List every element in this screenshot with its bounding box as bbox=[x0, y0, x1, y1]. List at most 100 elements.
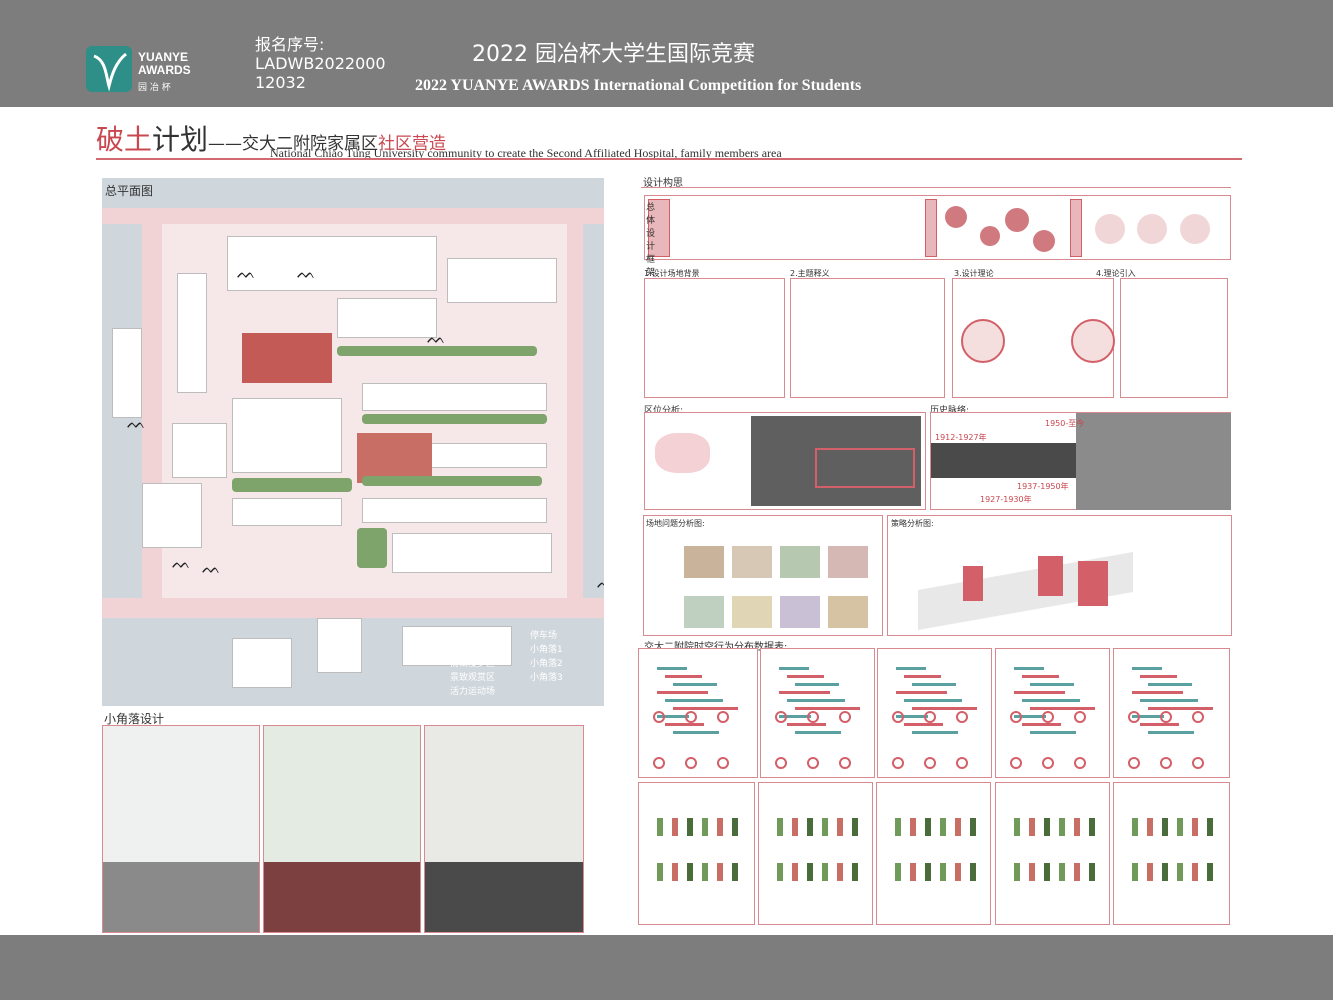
data-strip bbox=[925, 818, 931, 836]
legend-item: 小角落3 bbox=[530, 673, 563, 683]
data-strip bbox=[1074, 818, 1080, 836]
data-bar bbox=[657, 691, 708, 694]
data-strip bbox=[955, 818, 961, 836]
illustration bbox=[780, 546, 820, 578]
coexist-node bbox=[945, 206, 967, 228]
data-bar bbox=[1022, 675, 1059, 678]
data-strip bbox=[732, 818, 738, 836]
corner-render-2 bbox=[263, 725, 421, 933]
data-strip bbox=[1059, 818, 1065, 836]
data-ring bbox=[1160, 757, 1172, 769]
data-strip bbox=[1207, 818, 1213, 836]
coexist-node bbox=[1005, 208, 1029, 232]
ground bbox=[103, 862, 259, 932]
data-strip bbox=[717, 863, 723, 881]
data-strip bbox=[687, 818, 693, 836]
data-strip bbox=[940, 818, 946, 836]
corner-data-panel bbox=[1113, 782, 1230, 925]
theory-intro-panel bbox=[1120, 278, 1228, 398]
illustration bbox=[732, 596, 772, 628]
data-ring bbox=[892, 711, 904, 723]
data-strip bbox=[807, 818, 813, 836]
data-strip bbox=[1089, 863, 1095, 881]
data-strip bbox=[792, 863, 798, 881]
data-strip bbox=[1177, 863, 1183, 881]
data-bar bbox=[795, 683, 839, 686]
data-bar bbox=[673, 707, 738, 710]
data-strip bbox=[970, 818, 976, 836]
illustration bbox=[684, 546, 724, 578]
corner-render-3 bbox=[424, 725, 584, 933]
coexist-tag bbox=[925, 199, 937, 257]
data-strip bbox=[852, 863, 858, 881]
data-strip bbox=[1132, 818, 1138, 836]
data-strip bbox=[1162, 863, 1168, 881]
building bbox=[362, 383, 547, 411]
data-strip bbox=[852, 818, 858, 836]
data-strip bbox=[895, 818, 901, 836]
history-year-2: 1950-至今 bbox=[1045, 419, 1085, 428]
data-ring bbox=[1042, 711, 1054, 723]
site-problem-label: 场地问题分析图: bbox=[646, 519, 705, 528]
basketball-court bbox=[242, 333, 332, 383]
data-bar bbox=[1148, 731, 1194, 734]
data-strip bbox=[1014, 818, 1020, 836]
data-ring bbox=[653, 757, 665, 769]
ground bbox=[425, 862, 583, 932]
data-ring bbox=[924, 757, 936, 769]
planting bbox=[232, 478, 352, 492]
data-bar bbox=[665, 699, 723, 702]
building bbox=[177, 273, 207, 393]
data-bar bbox=[1148, 683, 1192, 686]
data-strip bbox=[1074, 863, 1080, 881]
axon-block bbox=[1078, 561, 1108, 606]
logo-text: YUANYE AWARDS bbox=[138, 50, 191, 77]
data-strip bbox=[1192, 863, 1198, 881]
data-strip bbox=[1029, 863, 1035, 881]
data-strip bbox=[702, 818, 708, 836]
data-bar bbox=[1140, 675, 1177, 678]
data-ring bbox=[685, 757, 697, 769]
green-node bbox=[1137, 214, 1167, 244]
building bbox=[142, 483, 202, 548]
data-bar bbox=[904, 723, 943, 726]
data-table bbox=[995, 648, 1110, 778]
data-ring bbox=[839, 711, 851, 723]
data-bar bbox=[779, 667, 809, 670]
data-ring bbox=[807, 757, 819, 769]
data-strip bbox=[657, 863, 663, 881]
data-ring bbox=[717, 711, 729, 723]
coexist-node bbox=[980, 226, 1000, 246]
data-strip bbox=[1059, 863, 1065, 881]
yuanye-logo-icon bbox=[86, 46, 132, 92]
data-strip bbox=[1044, 863, 1050, 881]
bird-icon: ᨓ bbox=[237, 263, 257, 282]
strategy-label: 策略分析图: bbox=[891, 519, 934, 528]
data-bar bbox=[1014, 667, 1044, 670]
legend-item: 小角落1 bbox=[530, 645, 563, 655]
data-bar bbox=[787, 675, 824, 678]
coexist-node bbox=[1033, 230, 1055, 252]
data-strip bbox=[955, 863, 961, 881]
data-bar bbox=[1030, 683, 1074, 686]
data-strip bbox=[837, 863, 843, 881]
data-ring bbox=[1074, 711, 1086, 723]
location-panel bbox=[644, 412, 926, 510]
illustration bbox=[828, 596, 868, 628]
data-strip bbox=[822, 863, 828, 881]
legend-item: 小角落2 bbox=[530, 659, 563, 669]
data-bar bbox=[904, 675, 941, 678]
data-strip bbox=[1177, 818, 1183, 836]
history-year-1: 1912-1927年 bbox=[935, 433, 987, 442]
data-table bbox=[877, 648, 992, 778]
data-bar bbox=[787, 699, 845, 702]
data-strip bbox=[732, 863, 738, 881]
data-strip bbox=[910, 863, 916, 881]
site-plan-label: 总平面图 bbox=[105, 184, 154, 198]
road bbox=[102, 208, 604, 224]
data-strip bbox=[702, 863, 708, 881]
data-bar bbox=[912, 707, 977, 710]
planting bbox=[362, 414, 547, 424]
theme-panel bbox=[790, 278, 945, 398]
title-main-red: 破土 bbox=[96, 123, 153, 156]
